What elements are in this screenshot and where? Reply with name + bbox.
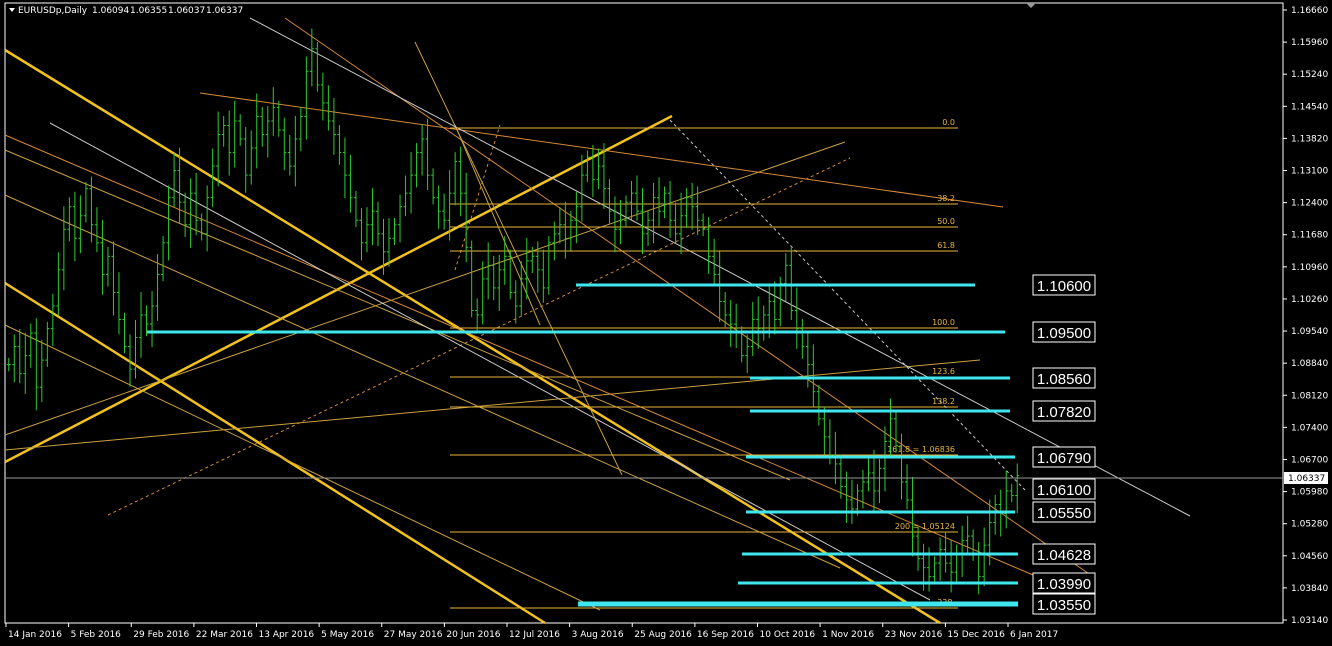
price-tick-label: 1.16660 (1291, 6, 1328, 16)
price-tick-label: 1.07400 (1291, 423, 1328, 433)
fib-label-0: 0.0 (942, 118, 955, 127)
level-label-3: 1.08560 (1037, 371, 1091, 388)
close-value: 1.06337 (206, 6, 243, 16)
price-tick-label: 1.15960 (1291, 38, 1328, 48)
price-tick-label: 1.12400 (1291, 199, 1328, 209)
fib-label-382: 38.2 (937, 194, 955, 203)
time-tick-label: 12 Jul 2016 (509, 630, 560, 640)
time-tick-label: 16 Sep 2016 (697, 630, 754, 640)
level-label-9: 1.03990 (1037, 576, 1091, 593)
time-tick-label: 15 Dec 2016 (947, 630, 1005, 640)
low-value: 1.06037 (168, 6, 205, 16)
fib-label-2000: 200 = 1.05124 (895, 522, 955, 531)
time-tick-label: 3 Aug 2016 (572, 630, 624, 640)
level-label-10: 1.03550 (1037, 597, 1091, 614)
fib-label-500: 50.0 (937, 217, 955, 226)
price-tick-label: 1.10260 (1291, 295, 1328, 305)
time-tick-label: 27 May 2016 (384, 630, 443, 640)
level-label-6: 1.06100 (1037, 482, 1091, 499)
time-tick-label: 20 Jun 2016 (446, 630, 500, 640)
time-tick-label: 5 May 2016 (321, 630, 374, 640)
price-chart[interactable]: EURUSDp,Daily 1.06094 1.06355 1.06037 1.… (0, 0, 1332, 646)
price-tick-label: 1.08840 (1291, 359, 1328, 369)
level-label-1: 1.10600 (1037, 278, 1091, 295)
price-tick-label: 1.10960 (1291, 263, 1328, 273)
price-tick-label: 1.03840 (1291, 584, 1328, 594)
time-tick-label: 13 Apr 2016 (259, 630, 315, 640)
time-tick-label: 22 Mar 2016 (196, 630, 253, 640)
time-axis[interactable]: 14 Jan 2016 5 Feb 2016 29 Feb 2016 22 Mar 2… (5, 623, 1058, 640)
time-tick-label: 25 Aug 2016 (634, 630, 692, 640)
price-tick-label: 1.11680 (1291, 231, 1328, 241)
fib-label-1382: 138.2 (932, 397, 955, 406)
symbol-label: EURUSDp,Daily (18, 6, 88, 16)
price-tick-label: 1.05980 (1291, 488, 1328, 498)
price-tick-label: 1.14540 (1291, 102, 1328, 112)
level-label-2: 1.09500 (1037, 325, 1091, 342)
time-tick-label: 29 Feb 2016 (133, 630, 189, 640)
time-tick-label: 5 Feb 2016 (71, 630, 122, 640)
time-tick-label: 23 Nov 2016 (885, 630, 943, 640)
price-tick-label: 1.04560 (1291, 552, 1328, 562)
price-tick-label: 1.13820 (1291, 134, 1328, 144)
price-tick-label: 1.06700 (1291, 455, 1328, 465)
time-tick-label: 10 Oct 2016 (760, 630, 816, 640)
plot-area[interactable] (4, 2, 1284, 624)
level-label-7: 1.05550 (1037, 505, 1091, 522)
price-axis[interactable]: 1.16660 1.15960 1.15240 1.14540 1.13820 1.131… (1283, 6, 1328, 626)
time-tick-label: 14 Jan 2016 (8, 630, 62, 640)
level-label-8: 1.04628 (1037, 547, 1091, 564)
current-price-label: 1.06337 (1288, 474, 1325, 484)
time-tick-label: 6 Jan 2017 (1010, 630, 1058, 640)
fib-label-618: 61.8 (937, 241, 955, 250)
open-value: 1.06094 (92, 6, 129, 16)
fib-label-1618: 161.8 = 1.06836 (887, 445, 955, 454)
level-label-4: 1.07820 (1037, 404, 1091, 421)
fib-label-1000: 100.0 (932, 318, 955, 327)
symbol-header: EURUSDp,Daily 1.06094 1.06355 1.06037 1.… (9, 6, 243, 16)
price-tick-label: 1.03140 (1291, 616, 1328, 626)
high-value: 1.06355 (130, 6, 167, 16)
level-label-5: 1.06790 (1037, 450, 1091, 467)
price-tick-label: 1.08120 (1291, 391, 1328, 401)
time-tick-label: 1 Nov 2016 (822, 630, 874, 640)
price-tick-label: 1.05280 (1291, 520, 1328, 530)
price-tick-label: 1.09540 (1291, 327, 1328, 337)
price-tick-label: 1.15240 (1291, 70, 1328, 80)
price-tick-label: 1.13100 (1291, 167, 1328, 177)
fib-label-1236: 123.6 (932, 367, 955, 376)
